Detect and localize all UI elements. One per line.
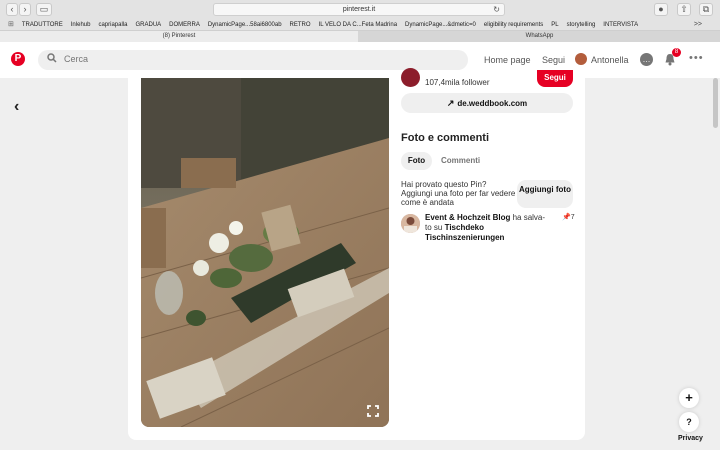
activity-author[interactable]: Event & Hochzeit Blog <box>425 213 510 222</box>
reload-icon[interactable]: ↻ <box>493 4 500 15</box>
forward-nav-button[interactable]: › <box>19 3 31 16</box>
arrow-up-right-icon: ↗ <box>446 98 455 108</box>
expand-icon[interactable] <box>366 404 380 418</box>
back-nav-button[interactable]: ‹ <box>6 3 18 16</box>
extension-icon[interactable]: ● <box>654 3 668 16</box>
avatar[interactable] <box>575 53 587 65</box>
activity-preposition: to su <box>425 223 443 232</box>
search-input[interactable]: Cerca <box>38 50 468 70</box>
address-text: pinterest.it <box>342 6 376 13</box>
pushpin-icon: 📌 <box>562 214 571 221</box>
bookmark-item[interactable]: capriapalla <box>98 20 127 30</box>
more-options-icon[interactable]: ••• <box>689 52 704 64</box>
pin-image[interactable] <box>141 78 389 427</box>
share-icon[interactable]: ⇧ <box>677 3 691 16</box>
bookmark-item[interactable]: Inlehub <box>71 20 91 30</box>
bookmark-item[interactable]: RETRO <box>290 20 311 30</box>
bookmark-item[interactable]: eligibility requirements <box>484 20 543 30</box>
bookmarks-bar: ⊞ TRADUTTORE Inlehub capriapalla GRADUA DOMER… <box>0 19 720 31</box>
notification-badge: 8 <box>672 48 681 57</box>
back-button[interactable]: ‹ <box>14 98 19 116</box>
source-link-button[interactable]: ↗ de.weddbook.com <box>401 93 573 113</box>
tabs-overview-icon[interactable]: ⧉ <box>699 3 713 16</box>
add-photo-button[interactable]: Aggiungi foto <box>517 180 573 208</box>
bookmark-item[interactable]: DOMERRA <box>169 20 200 30</box>
pin-count: 📌7 <box>562 213 575 221</box>
search-icon <box>47 53 57 66</box>
bookmark-item[interactable]: IL VELO DA C...Feta Madrina <box>319 20 397 30</box>
tab-comments[interactable]: Commenti <box>441 156 480 165</box>
messages-icon[interactable]: … <box>640 53 653 66</box>
activity-avatar[interactable] <box>401 214 420 233</box>
sidebar-toggle-button[interactable]: ▭ <box>36 3 52 16</box>
help-button[interactable]: ? <box>679 412 699 432</box>
create-button[interactable]: + <box>679 388 699 408</box>
nav-home-link[interactable]: Home page <box>484 55 531 65</box>
bookmark-item[interactable]: storytelling <box>567 20 596 30</box>
follow-button[interactable]: Segui <box>537 70 573 87</box>
pin-count-value: 7 <box>570 214 575 221</box>
tab-whatsapp[interactable]: WhatsApp <box>359 31 720 42</box>
source-link-label: de.weddbook.com <box>457 99 528 108</box>
tab-bar: (8) Pinterest WhatsApp <box>0 31 720 42</box>
address-bar[interactable]: pinterest.it ↻ <box>213 3 505 16</box>
bookmarks-grid-icon[interactable]: ⊞ <box>8 19 14 30</box>
tab-pinterest[interactable]: (8) Pinterest <box>0 31 358 42</box>
nav-user-link[interactable]: Antonella <box>591 55 629 65</box>
scrollbar[interactable] <box>713 78 718 128</box>
activity-text: Event & Hochzeit Blog ha salva- to su Ti… <box>425 213 560 243</box>
bookmark-item[interactable]: TRADUTTORE <box>22 20 63 30</box>
tab-photo[interactable]: Foto <box>401 152 432 170</box>
section-title: Foto e commenti <box>401 132 490 144</box>
bookmark-item[interactable]: PL <box>551 20 558 30</box>
browser-toolbar: ‹ › ▭ pinterest.it ↻ ● ⇧ ⧉ <box>0 0 720 19</box>
follower-count: 107,4mila follower <box>425 78 490 87</box>
bookmarks-more-button[interactable]: >> <box>694 19 702 30</box>
privacy-link[interactable]: Privacy <box>678 435 703 442</box>
bookmark-item[interactable]: DynamicPage...58ai6800ab <box>208 20 282 30</box>
nav-following-link[interactable]: Segui <box>542 55 565 65</box>
bookmark-item[interactable]: DynamicPage...&dmetic=0 <box>405 20 476 30</box>
add-photo-prompt: Hai provato questo Pin? Aggiungi una fot… <box>401 180 516 207</box>
bookmark-item[interactable]: GRADUA <box>135 20 161 30</box>
bookmark-item[interactable]: INTERVISTA <box>603 20 638 30</box>
pinterest-logo-icon[interactable]: P <box>11 52 25 66</box>
board-owner-avatar[interactable] <box>401 68 420 87</box>
search-placeholder: Cerca <box>64 54 89 64</box>
activity-verb: ha salva- <box>512 213 546 222</box>
